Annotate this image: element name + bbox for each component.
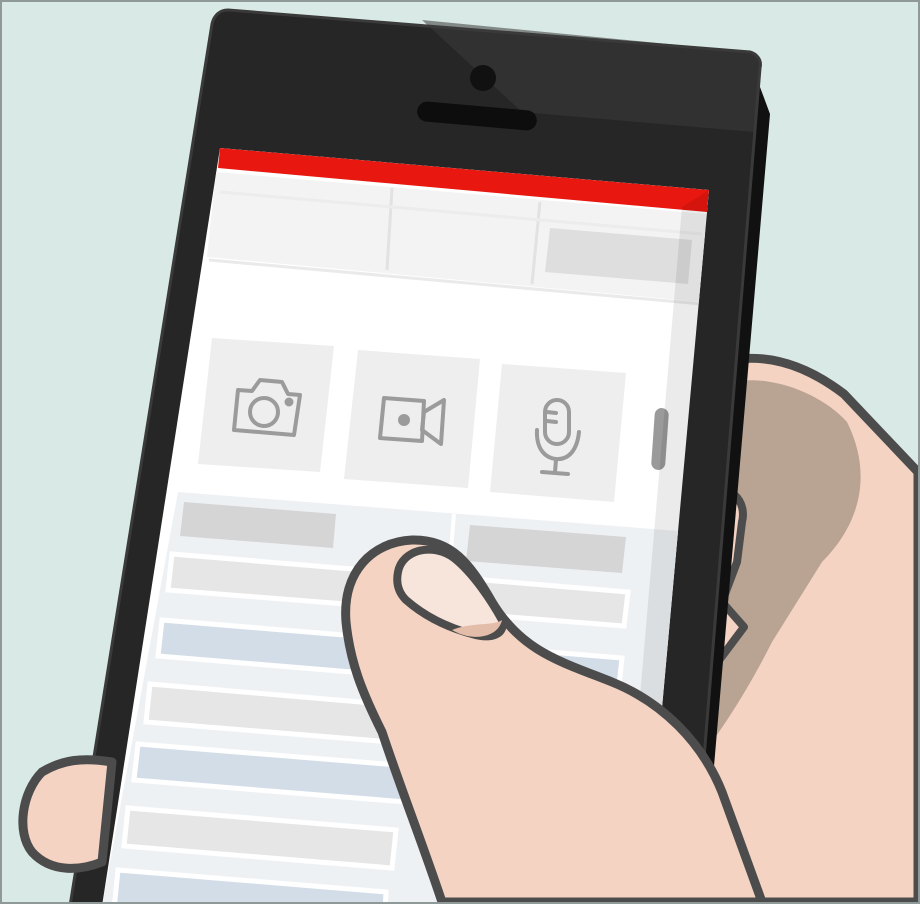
microphone-button[interactable]: [490, 364, 626, 502]
left-finger: [18, 755, 117, 873]
front-camera-icon: [470, 65, 496, 91]
video-button[interactable]: [344, 350, 480, 488]
hand-phone-illustration: [2, 2, 918, 902]
illustration-frame: [0, 0, 920, 904]
camera-button[interactable]: [198, 338, 334, 472]
